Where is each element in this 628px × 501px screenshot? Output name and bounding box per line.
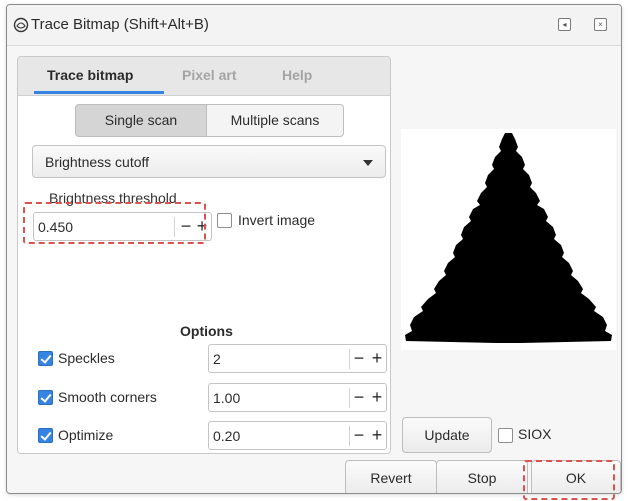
options-heading: Options [180,323,233,339]
stepper-divider [174,217,175,237]
decrement-button[interactable]: − [351,386,367,408]
ok-button[interactable]: OK [531,460,621,493]
window-title: Trace Bitmap (Shift+Alt+B) [31,16,209,33]
stepper-divider [349,426,350,446]
siox-checkbox[interactable] [498,428,513,443]
settings-panel: Trace bitmap Pixel art Help Single scan … [17,56,391,454]
detection-mode-value: Brightness cutoff [45,154,150,170]
single-scan-button[interactable]: Single scan [75,104,207,137]
brightness-threshold-stepper[interactable]: 0.450 − + [33,212,212,241]
stop-button[interactable]: Stop [436,460,528,493]
title-bar: Trace Bitmap (Shift+Alt+B) ◂ × [7,5,621,46]
active-tab-indicator [34,91,164,94]
tree-preview-image [405,133,612,343]
minimize-icon[interactable]: ◂ [558,18,571,31]
speckles-label: Speckles [58,350,115,366]
revert-button[interactable]: Revert [345,460,437,493]
trace-bitmap-dialog: Trace Bitmap (Shift+Alt+B) ◂ × Trace bit… [6,4,622,494]
tab-help[interactable]: Help [282,67,312,83]
increment-button[interactable]: + [369,347,385,369]
update-button[interactable]: Update [402,417,492,453]
invert-image-label: Invert image [238,212,316,228]
speckles-checkbox[interactable] [38,351,53,366]
smooth-corners-label: Smooth corners [58,389,157,405]
brightness-threshold-input[interactable]: 0.450 [38,219,73,235]
close-icon[interactable]: × [594,18,607,31]
decrement-button[interactable]: − [178,215,194,237]
optimize-input[interactable]: 0.20 [213,428,240,444]
decrement-button[interactable]: − [351,424,367,446]
decrement-button[interactable]: − [351,347,367,369]
inkscape-icon [13,17,29,33]
optimize-stepper[interactable]: 0.20 − + [208,421,387,450]
tab-bar: Trace bitmap Pixel art Help [18,57,390,96]
trace-preview [401,129,616,350]
tab-pixel-art[interactable]: Pixel art [182,67,236,83]
brightness-threshold-label: Brightness threshold [49,190,177,206]
smooth-corners-input[interactable]: 1.00 [213,390,240,406]
speckles-input[interactable]: 2 [213,351,221,367]
increment-button[interactable]: + [369,424,385,446]
siox-label: SIOX [518,426,552,442]
increment-button[interactable]: + [194,215,210,237]
chevron-down-icon [363,160,373,166]
speckles-stepper[interactable]: 2 − + [208,344,387,373]
increment-button[interactable]: + [369,386,385,408]
smooth-corners-checkbox[interactable] [38,390,53,405]
detection-mode-dropdown[interactable]: Brightness cutoff [32,145,386,178]
tab-trace-bitmap[interactable]: Trace bitmap [47,67,133,83]
stepper-divider [349,349,350,369]
stepper-divider [349,388,350,408]
optimize-checkbox[interactable] [38,428,53,443]
multiple-scans-button[interactable]: Multiple scans [206,104,344,137]
optimize-label: Optimize [58,427,114,443]
invert-image-checkbox[interactable] [217,213,232,228]
smooth-corners-stepper[interactable]: 1.00 − + [208,383,387,412]
